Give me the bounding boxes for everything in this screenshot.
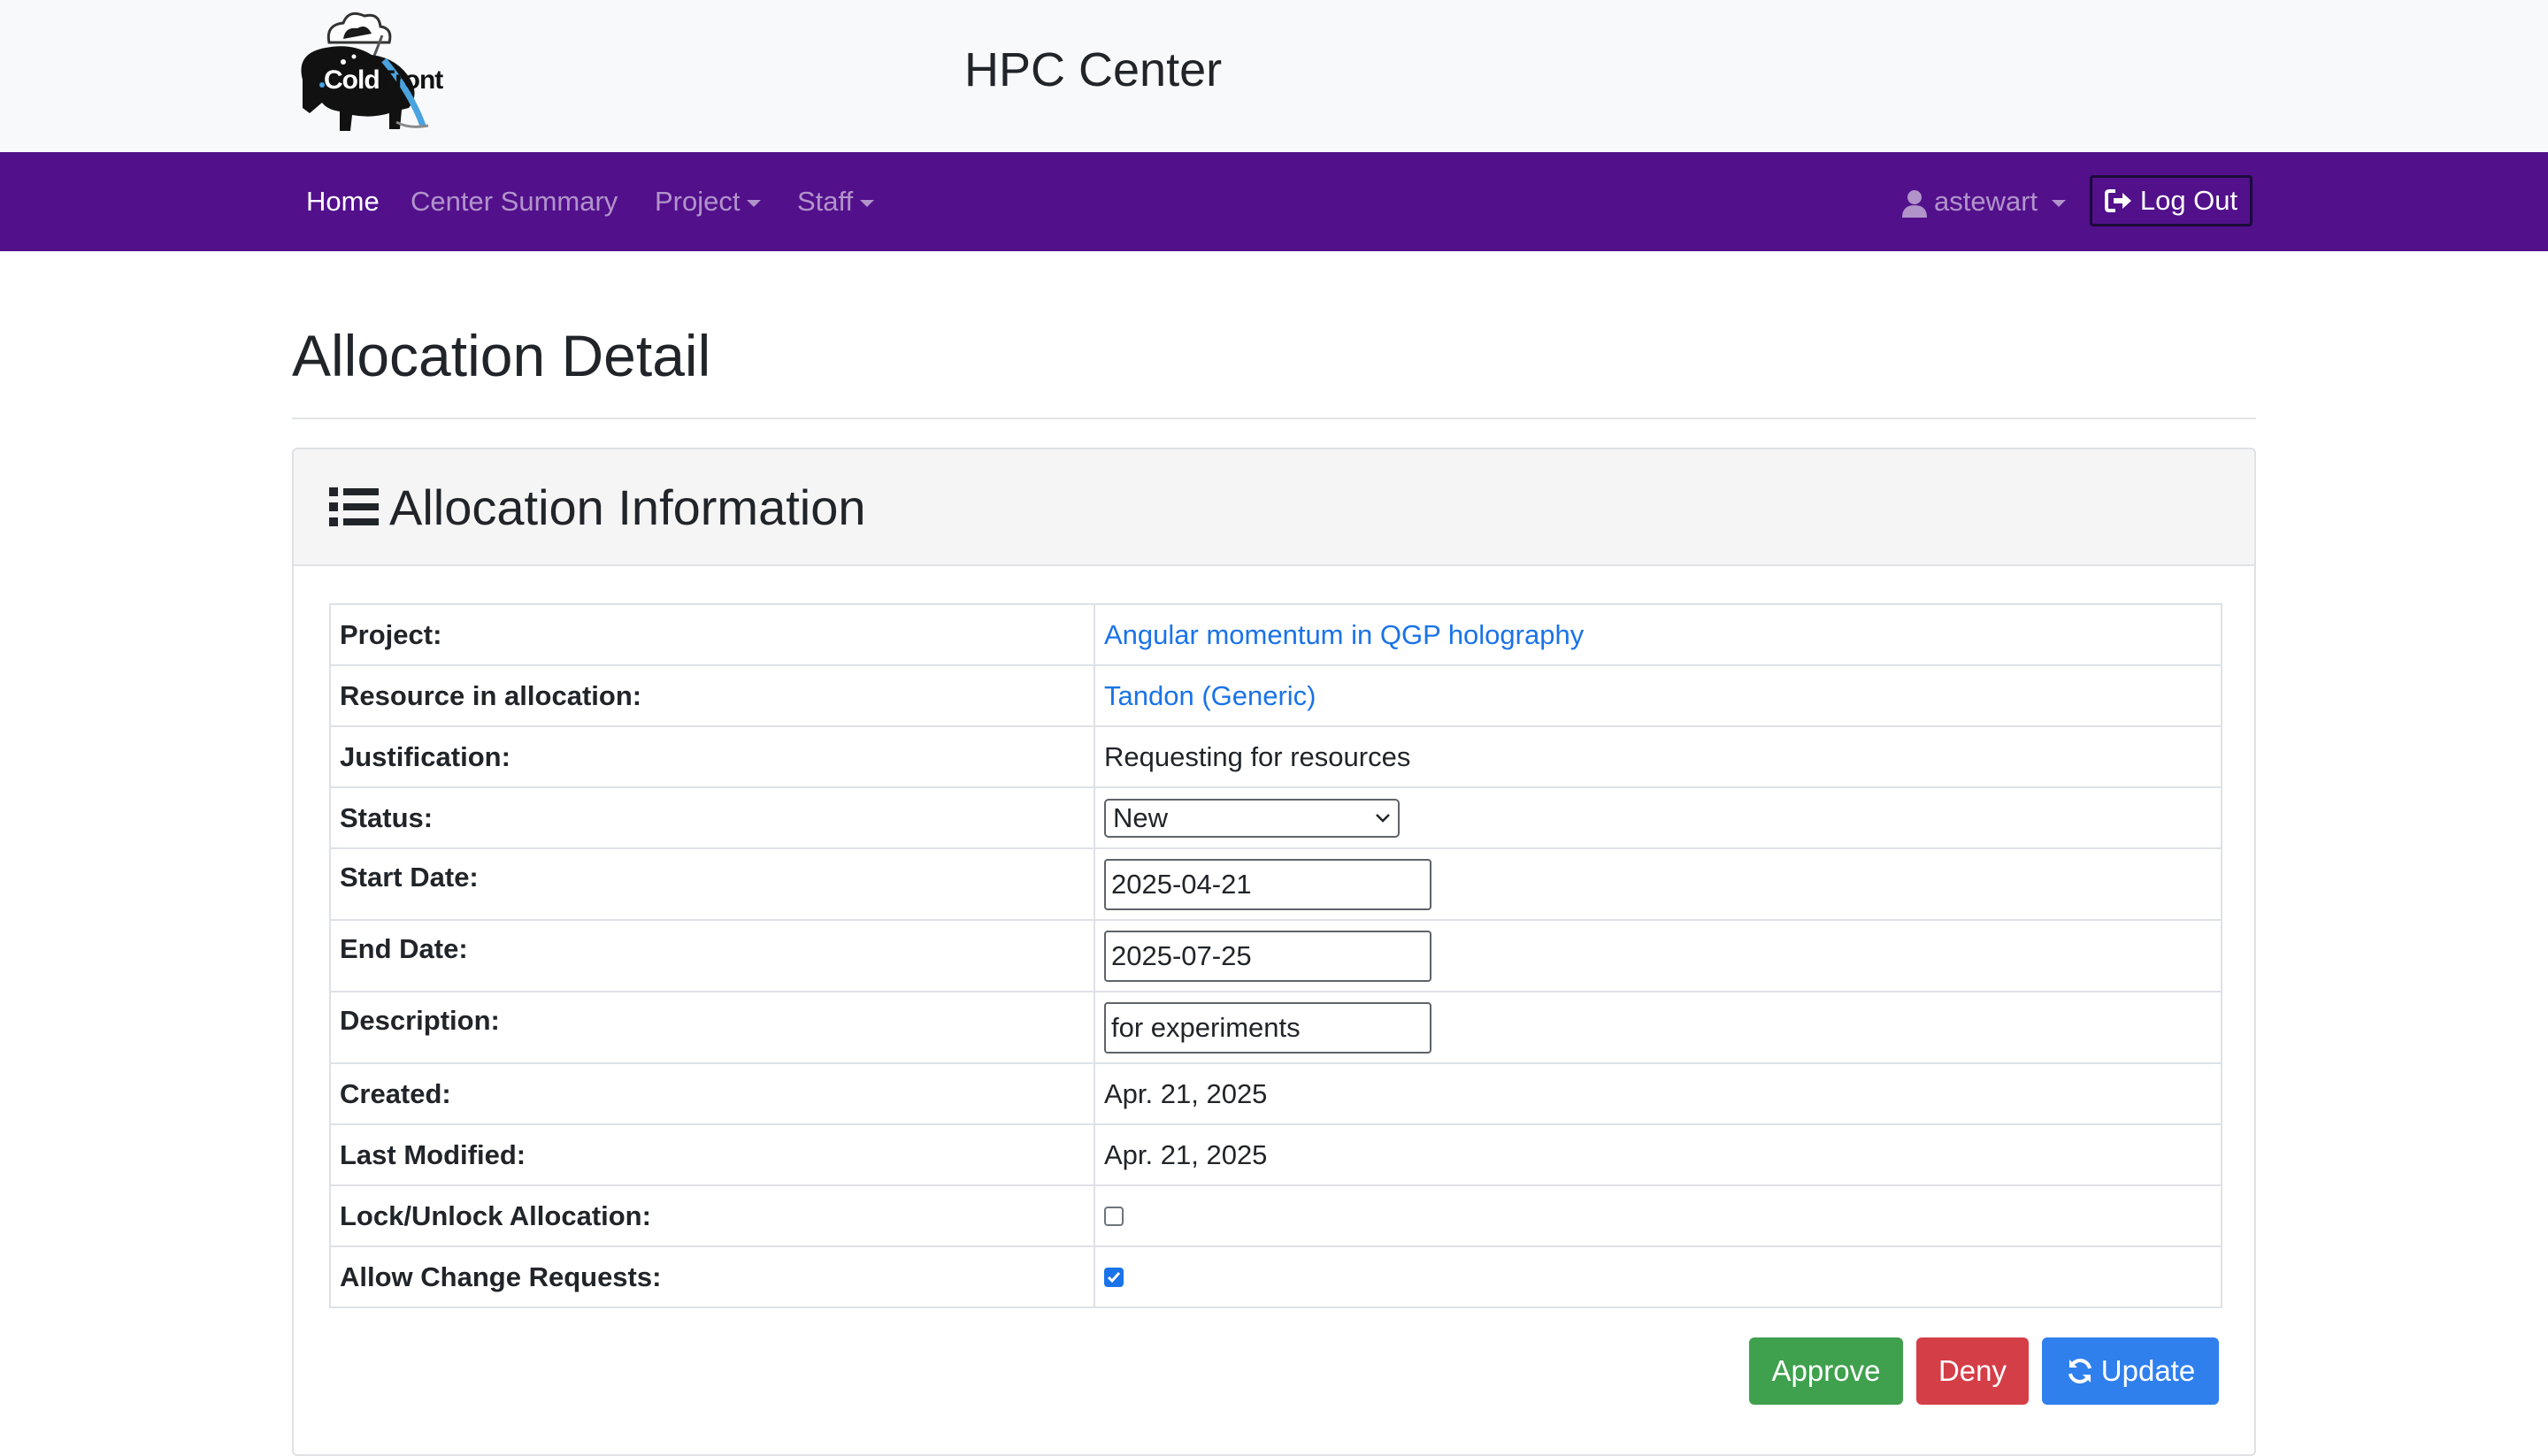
main-navbar: Home Center Summary Project Staff astewa… [0, 152, 2548, 251]
deny-button[interactable]: Deny [1916, 1337, 2029, 1405]
created-value: Apr. 21, 2025 [1094, 1062, 2222, 1125]
table-row: Status: New [329, 786, 2222, 849]
justification-label: Justification: [329, 725, 1095, 788]
page-title: Allocation Detail [292, 323, 711, 388]
table-row: Created: Apr. 21, 2025 [329, 1062, 2222, 1125]
check-icon [1107, 1271, 1121, 1283]
chevron-down-icon [860, 199, 875, 207]
logo-text: ColdFront [324, 65, 444, 96]
approve-label: Approve [1771, 1354, 1881, 1387]
coldfront-logo[interactable]: ColdFront [292, 9, 453, 143]
allocation-detail-table: Project: Angular momentum in QGP hologra… [329, 603, 2222, 1308]
title-divider [292, 418, 2256, 419]
table-row: Justification: Requesting for resources [329, 725, 2222, 788]
end-date-input[interactable] [1104, 930, 1431, 982]
start-date-label: Start Date: [329, 847, 1095, 921]
refresh-icon [2068, 1359, 2091, 1383]
resource-label: Resource in allocation: [329, 664, 1095, 727]
card-title: Allocation Information [389, 479, 866, 535]
status-selected-value: New [1113, 801, 1169, 833]
justification-value: Requesting for resources [1094, 725, 2222, 788]
end-date-label: End Date: [329, 919, 1095, 992]
table-row: Allow Change Requests: [329, 1245, 2222, 1308]
nav-project-label: Project [655, 186, 741, 217]
nav-staff-dropdown[interactable]: Staff [797, 186, 875, 218]
last-modified-label: Last Modified: [329, 1123, 1095, 1186]
lock-allocation-label: Lock/Unlock Allocation: [329, 1184, 1095, 1247]
logo-word-cold: Cold [324, 65, 380, 95]
description-input[interactable] [1104, 1001, 1431, 1054]
user-menu-dropdown[interactable]: astewart [1902, 186, 2067, 218]
table-row: Last Modified: Apr. 21, 2025 [329, 1123, 2222, 1186]
table-row: Resource in allocation: Tandon (Generic) [329, 664, 2222, 727]
top-header: ColdFront HPC Center [0, 0, 2548, 152]
description-label: Description: [329, 991, 1095, 1064]
lock-allocation-checkbox[interactable] [1104, 1206, 1124, 1226]
chevron-down-icon [747, 199, 762, 207]
logout-button[interactable]: Log Out [2090, 175, 2253, 226]
table-row: Description: [329, 991, 2222, 1064]
nav-center-summary[interactable]: Center Summary [411, 186, 618, 218]
logo-word-front: Front [379, 65, 444, 95]
sign-out-icon [2104, 189, 2131, 212]
deny-label: Deny [1938, 1354, 2007, 1387]
table-row: Start Date: [329, 847, 2222, 921]
nav-staff-label: Staff [797, 186, 854, 217]
nav-project-dropdown[interactable]: Project [655, 186, 762, 218]
project-link[interactable]: Angular momentum in QGP holography [1104, 619, 1584, 650]
nav-home[interactable]: Home [306, 186, 380, 218]
chevron-down-icon [2052, 199, 2067, 207]
resource-link[interactable]: Tandon (Generic) [1104, 680, 1316, 711]
allocation-info-card: Allocation Information Project: Angular … [292, 448, 2256, 1456]
update-label: Update [2100, 1354, 2196, 1387]
status-select[interactable]: New [1104, 798, 1400, 838]
username-label: astewart [1934, 186, 2038, 217]
chevron-down-icon [1376, 813, 1390, 823]
table-row: Lock/Unlock Allocation: [329, 1184, 2222, 1247]
status-label: Status: [329, 786, 1095, 849]
last-modified-value: Apr. 21, 2025 [1094, 1123, 2222, 1186]
logout-label: Log Out [2139, 185, 2238, 216]
start-date-input[interactable] [1104, 858, 1431, 910]
approve-button[interactable]: Approve [1749, 1337, 1903, 1405]
table-row: Project: Angular momentum in QGP hologra… [329, 603, 2222, 666]
allow-change-requests-label: Allow Change Requests: [329, 1245, 1095, 1308]
center-title: HPC Center [964, 43, 1223, 96]
update-button[interactable]: Update [2042, 1337, 2219, 1405]
table-row: End Date: [329, 919, 2222, 992]
user-icon [1902, 189, 1927, 218]
list-icon [329, 487, 379, 526]
allow-change-requests-checkbox[interactable] [1104, 1267, 1124, 1287]
created-label: Created: [329, 1062, 1095, 1125]
card-header: Allocation Information [294, 449, 2254, 566]
project-label: Project: [329, 603, 1095, 666]
